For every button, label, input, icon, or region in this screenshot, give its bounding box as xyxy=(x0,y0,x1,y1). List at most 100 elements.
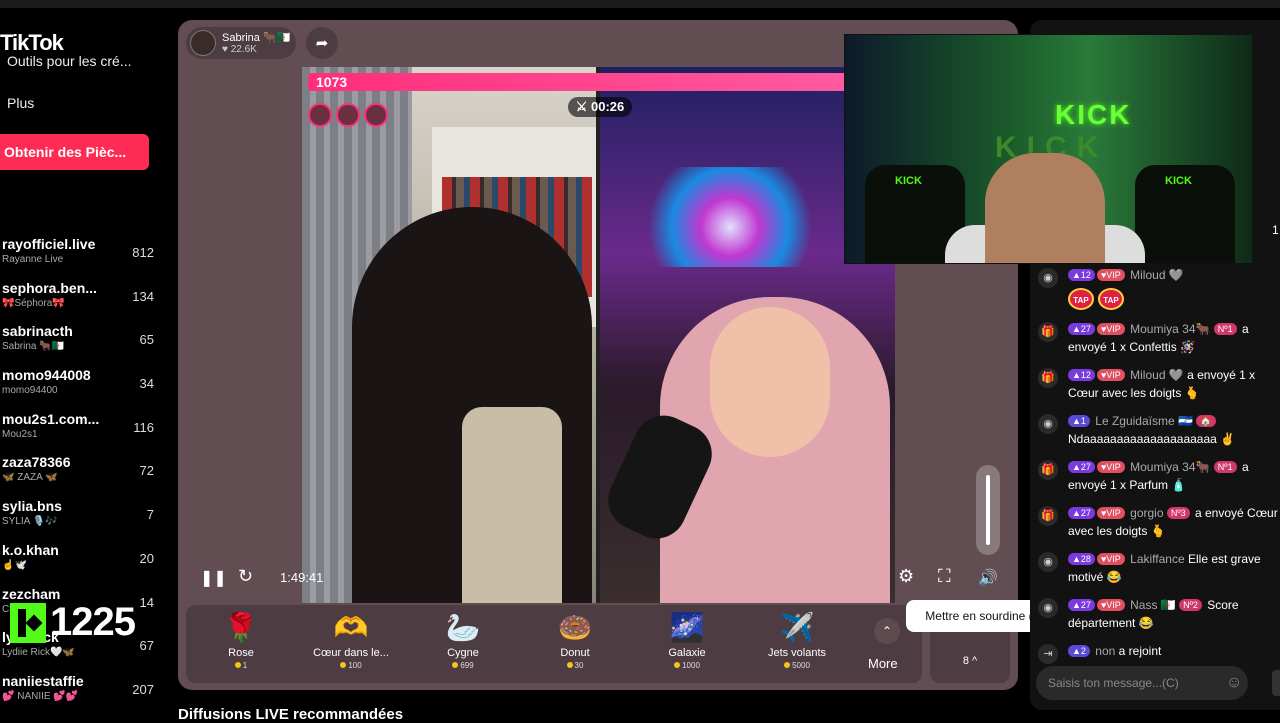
get-coins-button[interactable]: Obtenir des Pièc... xyxy=(0,134,149,170)
following-name: mou2s1.com... xyxy=(2,410,100,427)
kick-logo-icon xyxy=(10,602,46,643)
gift-item[interactable]: 🦢 Cygne 699 xyxy=(408,611,518,670)
rank-badge: Nº1 xyxy=(1213,461,1237,473)
following-item[interactable]: momo944008 momo94400 34 xyxy=(2,367,160,411)
refresh-icon[interactable]: ↻ xyxy=(238,566,253,587)
gift-bar: ⌃ More 🌹 Rose 1 🫶 Cœur dans le... 100 🦢 Cy… xyxy=(186,605,922,683)
volume-icon[interactable]: 🔊 xyxy=(978,568,998,588)
following-item[interactable]: sylia.bns SYLIA 🎙️🎶 7 xyxy=(2,498,160,542)
following-name: momo944008 xyxy=(2,367,91,384)
battle-timer: ⚔ 00:26 xyxy=(568,97,632,117)
level-badge: ▲27 xyxy=(1068,599,1095,611)
volume-slider[interactable] xyxy=(976,465,1000,555)
following-name: naniiestaffie xyxy=(2,672,84,689)
gift-item[interactable]: 🫶 Cœur dans le... 100 xyxy=(296,611,406,670)
chat-username[interactable]: Miloud 🩶 xyxy=(1130,368,1184,382)
pause-icon[interactable]: ❚❚ xyxy=(200,568,227,588)
emoji-icon[interactable]: ☺ xyxy=(1226,672,1242,694)
user-avatar: ◉ xyxy=(1038,598,1058,618)
level-badge: ▲1 xyxy=(1068,415,1090,427)
chat-username[interactable]: Moumiya 34🐂 xyxy=(1130,460,1210,474)
join-icon: ⇥ xyxy=(1038,644,1058,664)
gift-price: 30 xyxy=(520,661,630,670)
following-item[interactable]: sephora.ben... 🎀Séphora🎀 134 xyxy=(2,280,160,324)
vip-badge: ♥VIP xyxy=(1096,553,1125,565)
viewer-count: 20 xyxy=(139,550,154,566)
following-item[interactable]: rayofficiel.live Rayanne Live 812 xyxy=(2,236,160,280)
vip-badge: ♥VIP xyxy=(1096,507,1125,519)
gift-item[interactable]: 🍩 Donut 30 xyxy=(520,611,630,670)
following-item[interactable]: mou2s1.com... Mou2s1 116 xyxy=(2,411,160,455)
supporter-avatar[interactable] xyxy=(336,103,360,127)
chat-username[interactable]: Nass 🇩🇿 xyxy=(1130,598,1176,612)
vip-badge: ♥VIP xyxy=(1096,461,1125,473)
user-avatar: ◉ xyxy=(1038,268,1058,288)
level-badge: ▲27 xyxy=(1068,461,1095,473)
gift-name: Galaxie xyxy=(668,647,706,659)
top-supporters xyxy=(308,103,388,127)
gift-icon: 🎁 xyxy=(1038,322,1058,342)
gift-icon: 🎁 xyxy=(1038,368,1058,388)
following-name: rayofficiel.live xyxy=(2,236,96,252)
following-item[interactable]: naniiestaffie 💕 NANIIE 💕💕 207 xyxy=(2,673,160,717)
gift-item[interactable]: 🌹 Rose 1 xyxy=(186,611,296,670)
chat-username[interactable]: Le Zguidaïsme 🇸🇻 xyxy=(1095,414,1193,428)
battle-video[interactable]: 1073 ⚔ 00:26 xyxy=(302,67,895,603)
gift-item[interactable]: 🌌 Galaxie 1000 xyxy=(632,611,742,670)
rank-badge: Nº1 xyxy=(1213,323,1237,335)
level-badge: ▲2 xyxy=(1068,645,1090,657)
gift-name: Jets volants xyxy=(767,647,827,659)
following-name: sylia.bns xyxy=(2,498,62,515)
send-button[interactable] xyxy=(1272,670,1280,696)
host-pill[interactable]: Sabrina 🐂🇩🇿 ♥ 22.6K xyxy=(186,27,296,59)
following-item[interactable]: sabrinacth Sabrina 🐂🇩🇿 65 xyxy=(2,323,160,367)
webcam-overlay: KICK KICK KICK KICK xyxy=(844,34,1253,264)
chat-username[interactable]: Lakiffance xyxy=(1130,552,1185,566)
recommended-lives-title: Diffusions LIVE recommandées xyxy=(178,706,404,723)
viewer-count: 116 xyxy=(133,419,154,435)
gift-icon: ✈️ xyxy=(779,612,815,643)
following-subtitle: Sabrina 🐂🇩🇿 xyxy=(2,341,65,353)
share-arrow-icon[interactable]: ➦ xyxy=(306,27,338,59)
following-item[interactable]: k.o.khan ☝️🕊️ 20 xyxy=(2,542,160,586)
gift-icon: 🎁 xyxy=(1038,460,1058,480)
gift-icon: 🦢 xyxy=(445,612,481,643)
level-badge: ▲28 xyxy=(1068,553,1095,565)
level-badge: ▲27 xyxy=(1068,507,1095,519)
following-name: sephora.ben... xyxy=(2,279,97,296)
following-subtitle: 🦋 ZAZA 🦋 xyxy=(2,472,58,484)
chat-username[interactable]: gorgio xyxy=(1130,506,1163,520)
more-gifts-button[interactable]: More xyxy=(868,656,898,671)
vip-badge: ♥VIP xyxy=(1096,369,1125,381)
sidebar-item-more[interactable]: Plus xyxy=(7,94,132,136)
gift-price: 1000 xyxy=(632,661,742,670)
settings-gear-icon[interactable]: ⚙ xyxy=(898,566,914,587)
top-bar xyxy=(0,0,1280,8)
tap-sticker: TAP xyxy=(1098,288,1124,310)
gift-name: Cygne xyxy=(447,647,479,659)
rank-badge: 🏠 xyxy=(1196,415,1216,427)
host-likes: ♥ 22.6K xyxy=(222,44,257,55)
level-badge: ▲27 xyxy=(1068,323,1095,335)
gift-name: Cœur dans le... xyxy=(313,647,389,659)
gift-item[interactable]: ✈️ Jets volants 5000 xyxy=(742,611,852,670)
supporter-avatar[interactable] xyxy=(364,103,388,127)
chevron-up-icon[interactable]: ⌃ xyxy=(874,618,900,644)
following-item[interactable]: zaza78366 🦋 ZAZA 🦋 72 xyxy=(2,454,160,498)
chat-username[interactable]: Moumiya 34🐂 xyxy=(1130,322,1210,336)
chat-username[interactable]: non xyxy=(1095,644,1115,658)
host-avatar[interactable] xyxy=(190,30,216,56)
chat-username[interactable]: Miloud 🩶 xyxy=(1130,268,1184,282)
gift-extra-count: 8 ^ xyxy=(962,655,978,667)
supporter-avatar[interactable] xyxy=(308,103,332,127)
chat-input[interactable]: Saisis ton message...(C) ☺ xyxy=(1036,666,1248,700)
fullscreen-icon[interactable]: ⛶ xyxy=(938,566,951,587)
chat-messages: ◉ ▲12 ♥VIP Miloud 🩶 TAP TAP 🎁 ▲27 ♥VIP Moumiya… xyxy=(1038,266,1280,670)
gift-icon: 🍩 xyxy=(557,612,593,643)
vip-badge: ♥VIP xyxy=(1096,599,1125,611)
chat-message: ◉ ▲12 ♥VIP Miloud 🩶 TAP TAP xyxy=(1038,266,1280,310)
left-stream xyxy=(302,67,596,603)
sidebar-item-creator-tools[interactable]: Outils pour les cré... xyxy=(7,52,132,94)
kick-viewer-count: 1225 xyxy=(50,600,136,644)
streamer xyxy=(985,153,1105,263)
